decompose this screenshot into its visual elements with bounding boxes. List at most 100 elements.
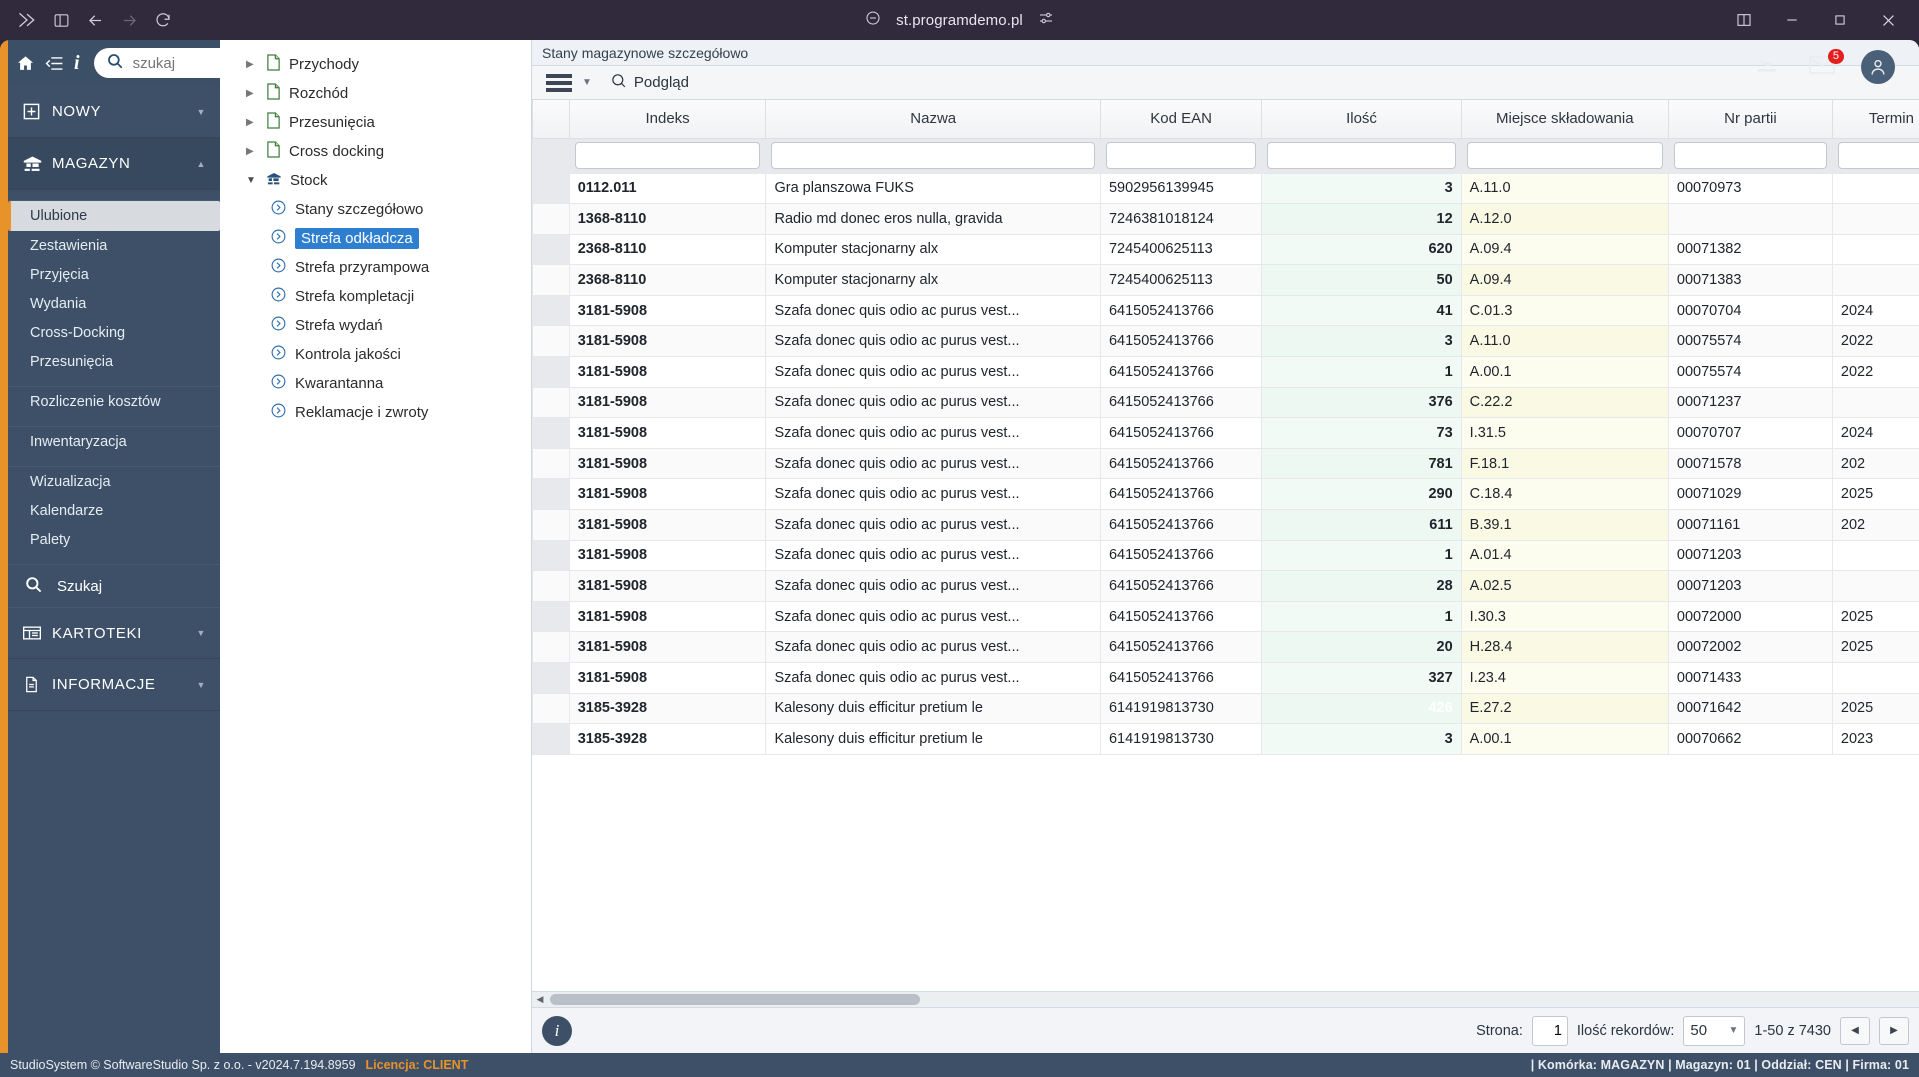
tab-title[interactable]: Stany magazynowe szczegółowo — [542, 45, 748, 61]
table-row[interactable]: 3181-5908 Szafa donec quis odio ac purus … — [532, 570, 1919, 602]
sidebar-item-kalendarze[interactable]: Kalendarze — [8, 496, 220, 525]
sidebar-section-informacje[interactable]: INFORMACJE ▼ — [8, 659, 220, 711]
sidebar-item-wizualizacja[interactable]: Wizualizacja — [8, 467, 220, 496]
filter-input-termin[interactable] — [1837, 142, 1919, 169]
row-gutter[interactable] — [532, 570, 570, 602]
tree-node-kontrola-jakosci[interactable]: Kontrola jakości — [220, 340, 531, 369]
send-icon[interactable] — [1757, 53, 1783, 82]
table-row[interactable]: 2368-8110 Komputer stacjonarny alx 7245400… — [532, 264, 1919, 296]
table-row[interactable]: 2368-8110 Komputer stacjonarny alx 7245400… — [532, 233, 1919, 266]
cell-ilosc[interactable]: 12 — [1261, 203, 1462, 235]
filter-cell-indeks[interactable] — [568, 137, 767, 174]
filter-input-miejsce[interactable] — [1466, 142, 1663, 169]
sidebar-item-wydania[interactable]: Wydania — [8, 289, 220, 318]
filter-cell-ilosc[interactable] — [1261, 137, 1462, 174]
cell-ilosc[interactable]: 41 — [1261, 294, 1462, 327]
info-icon[interactable]: i — [74, 52, 80, 75]
collapse-menu-icon[interactable] — [45, 54, 64, 73]
tree-node-reklamacje-i-zwroty[interactable]: Reklamacje i zwroty — [220, 398, 531, 427]
maximize-button[interactable] — [1819, 5, 1861, 35]
reload-icon[interactable] — [146, 5, 180, 35]
sidebar-toggle-icon[interactable] — [44, 5, 78, 35]
scroll-left-arrow-icon[interactable]: ◀ — [532, 994, 548, 1005]
user-avatar[interactable] — [1861, 50, 1895, 84]
chevron-down-icon[interactable]: ▼ — [196, 107, 206, 117]
column-header-termin[interactable]: Termin — [1831, 100, 1919, 139]
tree-node-kwarantanna[interactable]: Kwarantanna — [220, 369, 531, 398]
row-gutter[interactable] — [532, 325, 570, 358]
table-row[interactable]: 3181-5908 Szafa donec quis odio ac purus … — [532, 417, 1919, 449]
scrollbar-thumb[interactable] — [550, 994, 920, 1005]
filter-cell-nr-partii[interactable] — [1667, 137, 1833, 174]
table-row[interactable]: 3181-5908 Szafa donec quis odio ac purus … — [532, 447, 1919, 480]
sidebar-item-rozliczenie-kosztow[interactable]: Rozliczenie kosztów — [8, 387, 220, 416]
cell-ilosc[interactable]: 620 — [1261, 233, 1462, 266]
filter-input-kod-ean[interactable] — [1105, 142, 1257, 169]
table-row[interactable]: 1368-8110 Radio md donec eros nulla, grav… — [532, 203, 1919, 235]
cell-ilosc[interactable]: 3 — [1261, 723, 1462, 755]
table-row[interactable]: 3181-5908 Szafa donec quis odio ac purus … — [532, 294, 1919, 327]
table-row[interactable]: 3185-3928 Kalesony duis efficitur pretium… — [532, 692, 1919, 725]
filter-cell-kod-ean[interactable] — [1099, 137, 1263, 174]
row-gutter[interactable] — [532, 356, 570, 388]
row-gutter[interactable] — [532, 417, 570, 449]
sidebar-item-szukaj[interactable]: Szukaj — [8, 565, 220, 607]
forward-arrow-icon[interactable] — [112, 5, 146, 35]
horizontal-scrollbar[interactable]: ◀ — [532, 991, 1919, 1007]
data-grid[interactable]: Indeks Nazwa Kod EAN Ilość Miejsce skład… — [532, 100, 1919, 991]
row-gutter[interactable] — [532, 539, 570, 572]
tree-node-strefa-przyrampowa[interactable]: Strefa przyrampowa — [220, 253, 531, 282]
sidebar-section-magazyn[interactable]: MAGAZYN ▲ — [8, 138, 220, 190]
address-bar-url[interactable]: st.programdemo.pl — [896, 12, 1023, 29]
tree-node-przesuniecia[interactable]: ▶ Przesunięcia — [220, 108, 531, 137]
column-header-nr-partii[interactable]: Nr partii — [1667, 100, 1833, 139]
chevron-down-icon[interactable]: ▼ — [196, 680, 206, 690]
filter-cell-miejsce[interactable] — [1460, 137, 1669, 174]
split-view-icon[interactable] — [1723, 5, 1765, 35]
chevron-down-icon[interactable]: ▼ — [582, 77, 592, 88]
tree-node-cross-docking[interactable]: ▶ Cross docking — [220, 137, 531, 166]
cell-ilosc[interactable]: 1 — [1261, 539, 1462, 572]
mail-icon[interactable]: 5 — [1809, 48, 1844, 80]
sidebar-item-zestawienia[interactable]: Zestawienia — [8, 231, 220, 260]
cell-ilosc[interactable]: 3 — [1261, 325, 1462, 358]
cell-ilosc[interactable]: 50 — [1261, 264, 1462, 296]
row-gutter[interactable] — [532, 509, 570, 541]
column-header-miejsce[interactable]: Miejsce składowania — [1460, 100, 1669, 139]
cell-ilosc[interactable]: 3 — [1261, 172, 1462, 205]
tree-node-stock[interactable]: ▼ Stock — [220, 166, 531, 195]
row-gutter[interactable] — [532, 233, 570, 266]
tree-node-strefa-wydan[interactable]: Strefa wydań — [220, 311, 531, 340]
cell-ilosc[interactable]: 1 — [1261, 356, 1462, 388]
column-header-ilosc[interactable]: Ilość — [1261, 100, 1462, 139]
chevron-right-icon[interactable]: ▶ — [246, 88, 258, 99]
table-row[interactable]: 3181-5908 Szafa donec quis odio ac purus … — [532, 478, 1919, 511]
app-logo-icon[interactable] — [10, 5, 44, 35]
cell-ilosc[interactable]: 327 — [1261, 662, 1462, 694]
settings-sliders-icon[interactable] — [1037, 9, 1055, 32]
tree-node-rozchod[interactable]: ▶ Rozchód — [220, 79, 531, 108]
sidebar-item-przyjecia[interactable]: Przyjęcia — [8, 260, 220, 289]
close-button[interactable] — [1867, 5, 1909, 35]
next-page-button[interactable]: ▶ — [1879, 1016, 1909, 1045]
cell-ilosc[interactable]: 20 — [1261, 631, 1462, 663]
sidebar-section-kartoteki[interactable]: KARTOTEKI ▼ — [8, 607, 220, 659]
filter-input-ilosc[interactable] — [1267, 142, 1456, 169]
row-gutter[interactable] — [532, 386, 570, 419]
tree-node-stany-szczegolowo[interactable]: Stany szczegółowo — [220, 195, 531, 224]
cell-ilosc[interactable]: 376 — [1261, 386, 1462, 419]
filter-cell-nazwa[interactable] — [765, 137, 1101, 174]
menu-icon[interactable] — [546, 73, 572, 92]
cell-ilosc[interactable]: 426 — [1261, 692, 1462, 725]
row-gutter[interactable] — [532, 264, 570, 296]
filter-input-nr-partii[interactable] — [1673, 142, 1827, 169]
cell-ilosc[interactable]: 73 — [1261, 417, 1462, 449]
row-gutter[interactable] — [532, 172, 570, 205]
cell-ilosc[interactable]: 290 — [1261, 478, 1462, 511]
back-arrow-icon[interactable] — [78, 5, 112, 35]
preview-button[interactable]: Podgląd — [610, 72, 689, 93]
chevron-right-icon[interactable]: ▶ — [246, 146, 258, 157]
rows-per-page-select[interactable]: 50 ▼ — [1683, 1015, 1746, 1046]
sidebar-section-new[interactable]: NOWY ▼ — [8, 86, 220, 138]
chevron-right-icon[interactable]: ▶ — [246, 59, 258, 70]
